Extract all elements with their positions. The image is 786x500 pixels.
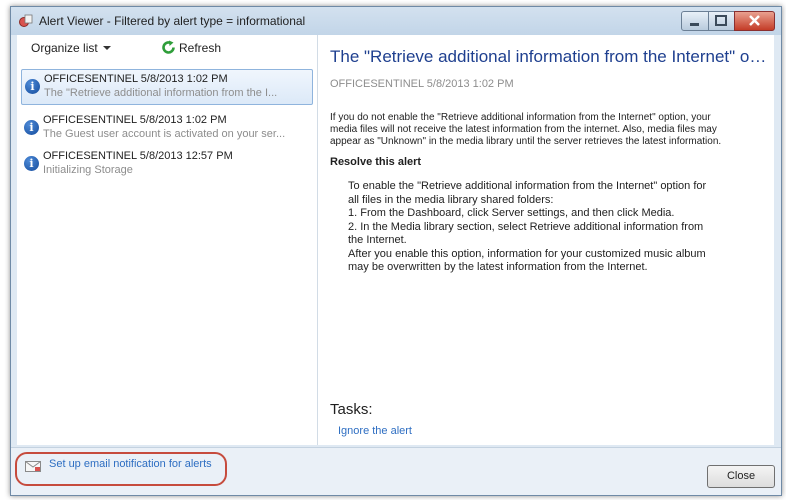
detail-source: OFFICESENTINEL 5/8/2013 1:02 PM	[330, 78, 514, 90]
info-icon: i	[24, 156, 39, 171]
close-button[interactable]: Close	[707, 465, 775, 488]
maximize-button[interactable]	[708, 11, 735, 31]
tasks-label: Tasks:	[330, 401, 373, 418]
mail-icon	[25, 461, 41, 472]
alert-summary: Initializing Storage	[43, 164, 133, 176]
resolve-line: 2. In the Media library section, select …	[348, 220, 704, 233]
footer-bar: Set up email notification for alerts Clo…	[11, 447, 781, 495]
maximize-icon	[715, 15, 727, 26]
alert-detail-pane: The "Retrieve additional information fro…	[318, 35, 774, 445]
alert-viewer-window: Alert Viewer - Filtered by alert type = …	[10, 6, 782, 496]
detail-description: If you do not enable the "Retrieve addit…	[330, 112, 766, 148]
description-line: media files will not receive the latest …	[330, 124, 717, 135]
alert-viewer-icon	[19, 14, 33, 27]
alert-list-pane: Organize list Refresh i OFFICESENTINEL 5…	[17, 35, 318, 445]
resolve-line: After you enable this option, informatio…	[348, 247, 706, 260]
close-window-button[interactable]	[734, 11, 775, 31]
email-notification-link[interactable]: Set up email notification for alerts	[49, 458, 212, 470]
resolve-line: the Internet.	[348, 234, 407, 246]
resolve-heading: Resolve this alert	[330, 156, 422, 168]
refresh-button[interactable]: Refresh	[179, 41, 221, 55]
window-title: Alert Viewer - Filtered by alert type = …	[39, 14, 306, 28]
resolve-line: 1. From the Dashboard, click Server sett…	[348, 207, 675, 219]
resolve-line: all files in the media library shared fo…	[348, 193, 554, 206]
resolve-line: To enable the "Retrieve additional infor…	[348, 180, 707, 192]
resolve-steps: To enable the "Retrieve additional infor…	[348, 180, 756, 275]
alert-item-3[interactable]: i OFFICESENTINEL 5/8/2013 12:57 PM Initi…	[21, 147, 311, 181]
alert-item-1[interactable]: i OFFICESENTINEL 5/8/2013 1:02 PM The "R…	[21, 69, 313, 105]
close-icon	[749, 15, 760, 26]
info-icon: i	[25, 79, 40, 94]
alert-item-2[interactable]: i OFFICESENTINEL 5/8/2013 1:02 PM The Gu…	[21, 111, 311, 145]
alert-summary: The "Retrieve additional information fro…	[44, 87, 278, 99]
alert-title: OFFICESENTINEL 5/8/2013 12:57 PM	[43, 150, 233, 162]
alert-title: OFFICESENTINEL 5/8/2013 1:02 PM	[44, 73, 228, 85]
resolve-line: may be overwritten by the latest informa…	[348, 261, 648, 273]
description-line: appear as "Unknown" in the media library…	[330, 136, 722, 147]
minimize-icon	[690, 23, 699, 26]
description-line: If you do not enable the "Retrieve addit…	[330, 112, 711, 123]
refresh-icon[interactable]	[161, 40, 176, 55]
detail-title: The "Retrieve additional information fro…	[330, 47, 770, 66]
chevron-down-icon	[103, 46, 111, 50]
alert-summary: The Guest user account is activated on y…	[43, 128, 286, 140]
ignore-alert-link[interactable]: Ignore the alert	[338, 425, 412, 437]
organize-list-menu[interactable]: Organize list	[31, 41, 98, 55]
title-bar: Alert Viewer - Filtered by alert type = …	[11, 7, 781, 35]
minimize-button[interactable]	[681, 11, 709, 31]
alert-title: OFFICESENTINEL 5/8/2013 1:02 PM	[43, 114, 227, 126]
info-icon: i	[24, 120, 39, 135]
command-bar: Organize list Refresh	[17, 35, 317, 61]
